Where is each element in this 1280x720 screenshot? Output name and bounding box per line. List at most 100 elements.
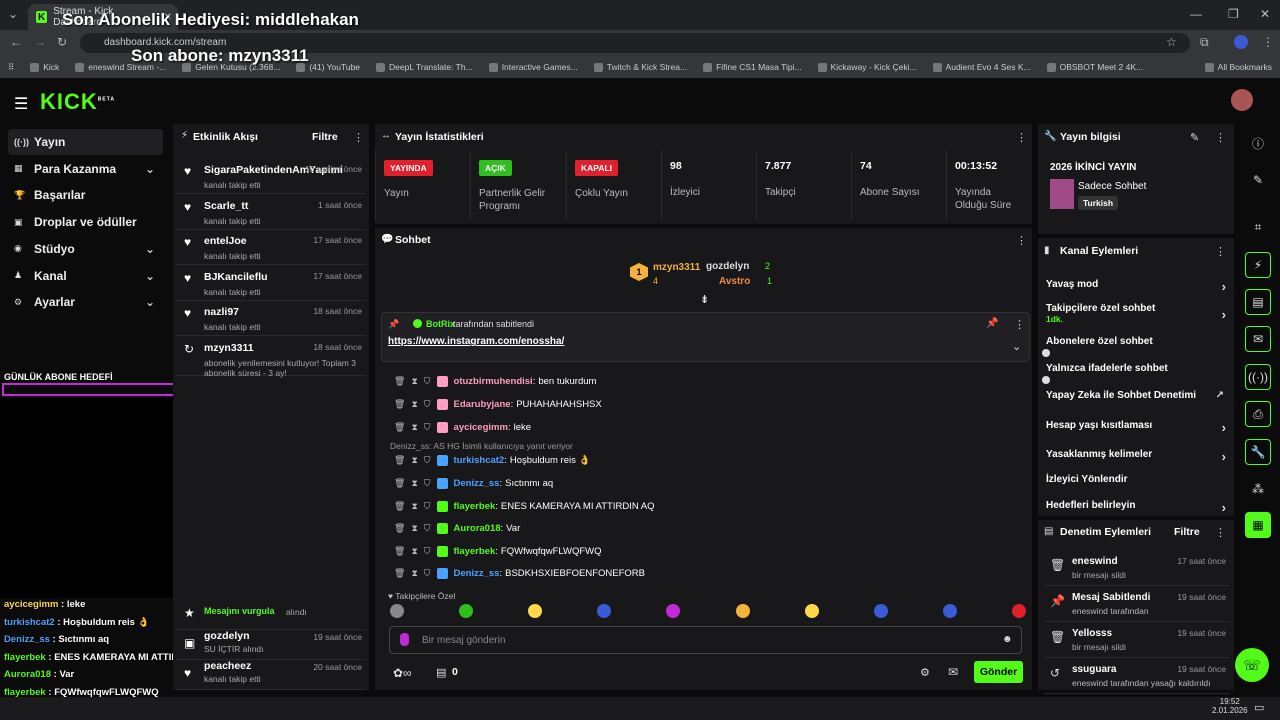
timeout-icon[interactable]: ⧗: [411, 568, 417, 579]
timeout-icon[interactable]: ⧗: [411, 546, 417, 557]
apps-icon[interactable]: ⠿: [0, 62, 22, 73]
emote-icon[interactable]: [735, 604, 750, 618]
info-icon[interactable]: ⓘ: [1245, 130, 1271, 156]
ban-icon[interactable]: ⛉: [424, 399, 431, 410]
printer-icon[interactable]: ⎙: [1245, 401, 1271, 427]
top-gifter-2[interactable]: gozdelyn: [706, 261, 749, 272]
chat-message[interactable]: 🗑 ⧗ ⛉ Edarubyjane: PUHAHAHAHSHSX: [394, 395, 602, 413]
trash-icon[interactable]: 🗑: [394, 399, 405, 410]
nav-item-1[interactable]: ▦ Para Kazanma ⌄: [8, 156, 163, 182]
send-button[interactable]: Gönder: [974, 661, 1023, 683]
emote-icon[interactable]: [873, 604, 888, 618]
back-icon[interactable]: ←: [10, 35, 22, 49]
feed-item[interactable]: ★ Mesajını vurgula alındı: [176, 600, 366, 630]
forward-icon[interactable]: →: [34, 35, 46, 49]
chat-username[interactable]: otuzbirmuhendisi: [454, 376, 533, 387]
nav-item-6[interactable]: ⚙ Ayarlar ⌄: [8, 289, 163, 315]
channel-action[interactable]: İzleyici Yönlendir: [1046, 474, 1232, 485]
chat-username[interactable]: flayerbek: [454, 546, 496, 557]
mod-action-item[interactable]: 🗑 Yellosss bir mesajı sildi 19 saat önce: [1044, 624, 1230, 658]
ban-icon[interactable]: ⛉: [424, 478, 431, 489]
share-icon[interactable]: ⁂: [1245, 476, 1271, 502]
trash-icon[interactable]: 🗑: [394, 455, 405, 466]
bookmark-item[interactable]: Interactive Games...: [481, 62, 586, 72]
timeout-icon[interactable]: ⧗: [411, 422, 417, 433]
chat-username[interactable]: Edarubyjane: [454, 399, 511, 410]
chat-message[interactable]: 🗑 ⧗ ⛉ Aurora018: Var: [394, 519, 520, 537]
close-window-icon[interactable]: ✕: [1260, 7, 1270, 21]
reload-icon[interactable]: ↻: [57, 35, 67, 49]
list-icon[interactable]: ▤: [1245, 289, 1271, 315]
mod-action-item[interactable]: 📌 Mesaj Sabitlendi eneswind tarafından 19 s…: [1044, 588, 1230, 622]
collapse-icon[interactable]: ⇟: [700, 293, 709, 306]
top-gifter-3[interactable]: Avstro: [719, 276, 750, 287]
maximize-icon[interactable]: ❐: [1228, 7, 1239, 21]
ban-icon[interactable]: ⛉: [424, 422, 431, 433]
bookmark-item[interactable]: Twitch & Kick Strea...: [586, 62, 695, 72]
chat-message[interactable]: 🗑 ⧗ ⛉ Denizz_ss: BSDKHSXIEBFOENFONEFORB: [394, 564, 645, 582]
wrench-icon[interactable]: 🔧: [1245, 439, 1271, 465]
feed-item[interactable]: ♥ nazli97 kanalı takip etti 18 saat önce: [176, 300, 366, 336]
pinned-menu-icon[interactable]: ⋮: [1014, 318, 1025, 331]
timeout-icon[interactable]: ⧗: [411, 399, 417, 410]
store-icon[interactable]: ▤: [436, 666, 446, 679]
bookmark-star-icon[interactable]: ☆: [1166, 35, 1177, 49]
emote-icon[interactable]: [528, 604, 543, 618]
trash-icon[interactable]: 🗑: [394, 568, 405, 579]
feed-item[interactable]: ♥ Scarle_tt kanalı takip etti 1 saat önce: [176, 194, 366, 230]
channel-action[interactable]: Yavaş mod ›: [1046, 279, 1232, 294]
timeout-icon[interactable]: ⧗: [411, 455, 417, 466]
notification-icon[interactable]: ▭: [1254, 701, 1264, 714]
bookmark-item[interactable]: Kick: [22, 62, 67, 72]
nav-item-3[interactable]: ▣ Droplar ve ödüller: [8, 209, 163, 235]
chat-username[interactable]: Denizz_ss: [454, 568, 500, 579]
trash-icon[interactable]: 🗑: [394, 523, 405, 534]
browser-menu-icon[interactable]: ⋮: [1262, 35, 1274, 49]
ban-icon[interactable]: ⛉: [424, 501, 431, 512]
trash-icon[interactable]: 🗑: [394, 478, 405, 489]
broadcast-icon[interactable]: ((·)): [1245, 364, 1271, 390]
unpin-icon[interactable]: 📌: [986, 318, 998, 329]
actions-menu-icon[interactable]: ⋮: [1215, 245, 1226, 258]
help-chat-icon[interactable]: ☏: [1235, 648, 1269, 682]
feed-item[interactable]: ▣ gozdelyn SU İÇTİR alındı 19 saat önce: [176, 630, 366, 660]
nav-item-0[interactable]: ((·)) Yayın: [8, 129, 163, 155]
category-name[interactable]: Sadece Sohbet: [1078, 181, 1146, 192]
nav-item-5[interactable]: ♟ Kanal ⌄: [8, 263, 163, 289]
mod-filter-button[interactable]: Filtre: [1174, 526, 1200, 538]
chat-username[interactable]: flayerbek: [454, 501, 496, 512]
extensions-icon[interactable]: ⧉: [1200, 35, 1209, 50]
chat-username[interactable]: turkishcat2: [454, 455, 505, 466]
feed-item[interactable]: ↻ mzyn3311 abonelik yenilemesini kutluyor!…: [176, 336, 366, 378]
chat-username[interactable]: aycicegimm: [454, 422, 508, 433]
feed-item[interactable]: ♥ SigaraPaketindenAmYapimi kanalı takip et…: [176, 158, 366, 194]
ban-icon[interactable]: ⛉: [424, 546, 431, 557]
feed-item[interactable]: ♥ BJKancileflu kanalı takip etti 17 saat ön…: [176, 265, 366, 301]
top-gifter-1[interactable]: mzyn3311: [653, 262, 700, 273]
mod-menu-icon[interactable]: ⋮: [1215, 526, 1226, 539]
profile-avatar[interactable]: [1234, 35, 1248, 49]
tab-list-icon[interactable]: ⌄: [8, 7, 18, 21]
channel-points-icon[interactable]: ✿∞: [393, 666, 412, 680]
chat-emote-icon[interactable]: ✉: [948, 665, 958, 679]
channel-action[interactable]: Hesap yaşı kısıtlaması ›: [1046, 420, 1232, 435]
timeout-icon[interactable]: ⧗: [411, 376, 417, 387]
stats-menu-icon[interactable]: ⋮: [1016, 131, 1027, 144]
emote-icon[interactable]: [666, 604, 681, 618]
channel-action[interactable]: Yasaklanmış kelimeler ›: [1046, 449, 1232, 464]
chat-message[interactable]: 🗑 ⧗ ⛉ turkishcat2: Hoşbuldum reis 👌: [394, 451, 590, 469]
trash-icon[interactable]: 🗑: [394, 501, 405, 512]
user-avatar[interactable]: [1231, 89, 1253, 111]
trash-icon[interactable]: 🗑: [394, 376, 405, 387]
timeout-icon[interactable]: ⧗: [411, 478, 417, 489]
clapper-icon[interactable]: ▦: [1245, 512, 1271, 538]
feed-item[interactable]: ♥ entelJoe kanalı takip etti 17 saat önce: [176, 229, 366, 265]
microphone-icon[interactable]: [400, 633, 409, 646]
chat-message[interactable]: 🗑 ⧗ ⛉ aycicegimm: leke: [394, 418, 531, 436]
trash-icon[interactable]: 🗑: [394, 546, 405, 557]
bookmark-item[interactable]: Fifine CS1 Masa Tipi...: [695, 62, 810, 72]
kick-logo[interactable]: KICKBETA: [40, 89, 115, 115]
lightning-icon[interactable]: ⚡: [1245, 252, 1271, 278]
timeout-icon[interactable]: ⧗: [411, 501, 417, 512]
emote-icon[interactable]: [804, 604, 819, 618]
